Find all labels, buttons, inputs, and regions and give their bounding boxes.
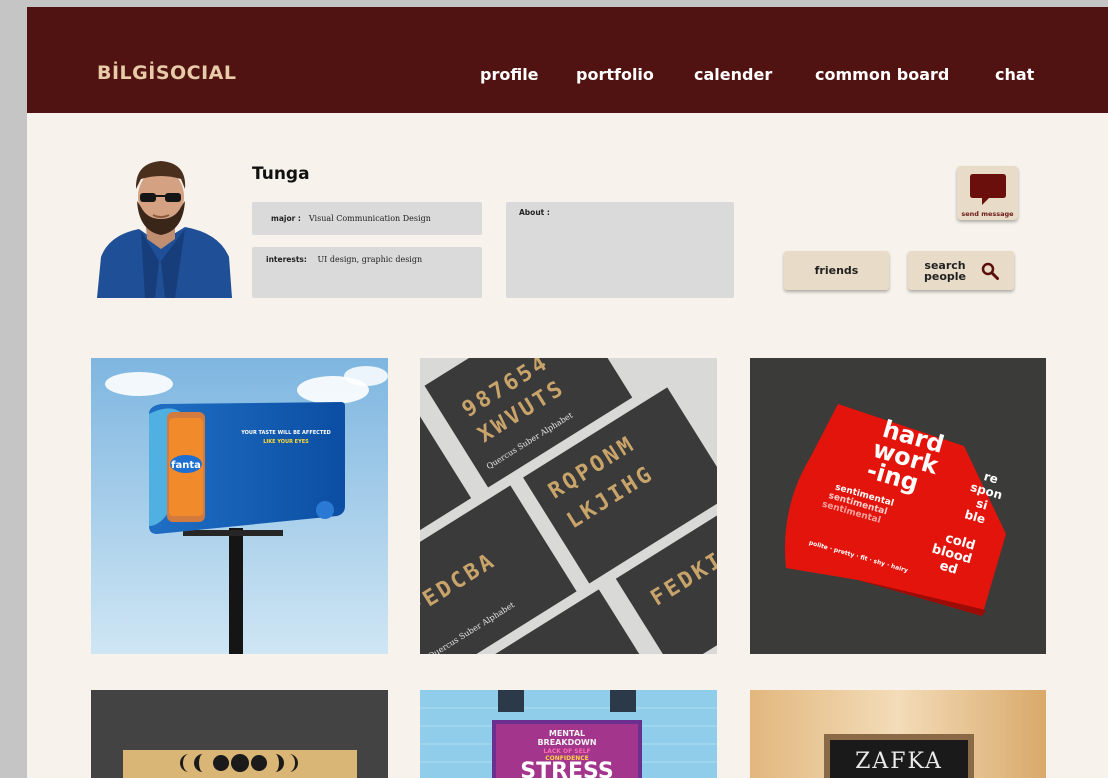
about-field: About :	[506, 202, 734, 298]
portfolio-item-alphabet[interactable]: 987654 XWVUTS RQPONM LKJIHG FEDCBA FEDKI…	[420, 358, 717, 654]
interests-value: UI design, graphic design	[317, 255, 423, 264]
nav-common-board[interactable]: common board	[815, 65, 949, 84]
chat-bubble-icon	[969, 174, 1006, 205]
brand-logo[interactable]: BİLGİSOCIAL	[97, 62, 236, 84]
stress-line-2: BREAKDOWN	[537, 738, 596, 747]
send-message-label: send message	[961, 210, 1014, 218]
user-name: Tunga	[252, 164, 310, 184]
nav-portfolio[interactable]: portfolio	[576, 65, 654, 84]
portfolio-item-billboard[interactable]: fanta YOUR TASTE WILL BE AFFECTED LIKE Y…	[91, 358, 388, 654]
stress-line-5: STRESS	[520, 759, 614, 778]
top-navbar: BİLGİSOCIAL profile portfolio calender c…	[27, 7, 1108, 113]
app-window: BİLGİSOCIAL profile portfolio calender c…	[27, 7, 1108, 778]
search-icon	[981, 262, 999, 280]
search-people-label: search people	[924, 258, 966, 283]
sign-text: ZAFKA	[855, 749, 943, 774]
major-value: Visual Communication Design	[308, 214, 431, 223]
search-people-button[interactable]: search people	[908, 251, 1014, 290]
interests-field: interests: UI design, graphic design	[252, 247, 482, 298]
major-field: major : Visual Communication Design	[252, 202, 482, 235]
avatar	[95, 157, 235, 298]
portfolio-item-poster[interactable]: hard work -ing re spon si ble sentimenta…	[750, 358, 1046, 654]
billboard-brand-text: fanta	[171, 460, 201, 471]
nav-chat[interactable]: chat	[995, 65, 1034, 84]
friends-button[interactable]: friends	[784, 251, 889, 290]
billboard-headline-1: YOUR TASTE WILL BE AFFECTED	[240, 430, 331, 436]
about-label: About :	[519, 208, 550, 217]
major-label: major :	[271, 214, 301, 223]
portfolio-item-stress[interactable]: MENTAL BREAKDOWN LACK OF SELF CONFIDENCE…	[420, 690, 717, 778]
nav-profile[interactable]: profile	[480, 65, 539, 84]
portfolio-item-moon[interactable]	[91, 690, 388, 778]
stress-line-1: MENTAL	[549, 729, 585, 738]
send-message-button[interactable]: send message	[957, 166, 1018, 220]
interests-label: interests:	[266, 255, 307, 264]
portfolio-item-sign[interactable]: ZAFKA	[750, 690, 1046, 778]
billboard-headline-2: LIKE YOUR EYES	[263, 439, 309, 445]
stress-line-3: LACK OF SELF	[543, 748, 590, 755]
nav-calender[interactable]: calender	[694, 65, 772, 84]
